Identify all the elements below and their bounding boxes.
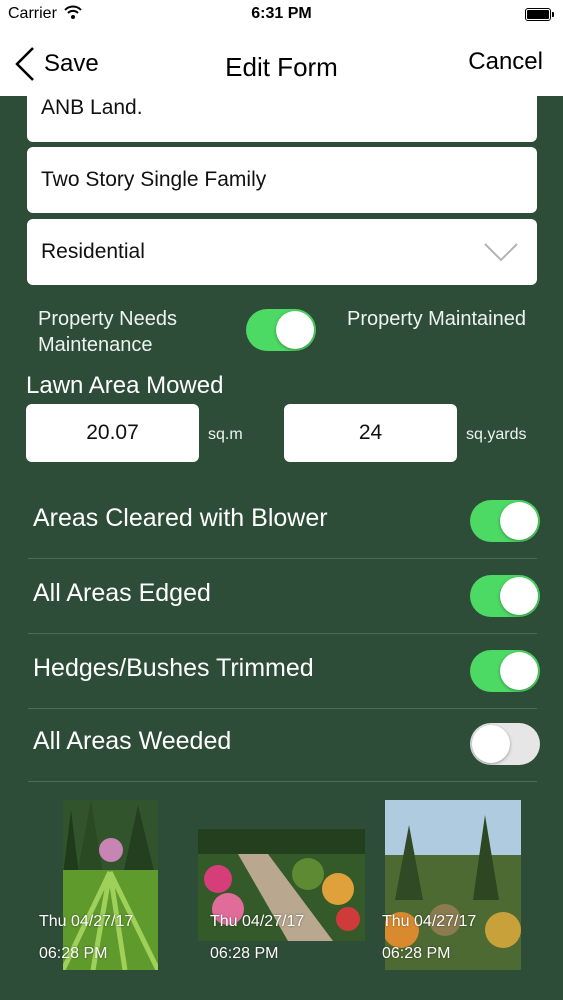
photo-1-timestamp: Thu 04/27/17 06:28 PM [39,906,133,970]
photo-date: Thu 04/27/17 [39,913,134,930]
lawn-area-sqm-value: 20.07 [86,421,139,444]
task-row-weeded: All Areas Weeded [28,707,540,782]
battery-icon [525,8,554,21]
top-bar: Carrier 6:31 PM Save Edit Form Cancel [0,0,563,96]
property-name-value: ANB Land. [41,96,143,119]
toggle-knob [276,311,314,349]
task-toggle-edged[interactable] [470,575,540,617]
lawn-area-sqyards-value: 24 [358,421,383,444]
task-toggle-blower[interactable] [470,500,540,542]
property-type-value: Two Story Single Family [41,168,267,191]
photo-time: 06:28 PM [382,945,451,962]
category-select[interactable]: Residential [27,219,537,285]
maintenance-toggle[interactable] [246,309,316,351]
status-bar: Carrier 6:31 PM [0,0,563,30]
lawn-area-title: Lawn Area Mowed [26,372,224,399]
photo-date: Thu 04/27/17 [210,913,305,930]
task-toggle-hedges[interactable] [470,650,540,692]
lawn-area-sqyards-input[interactable]: 24 [284,404,457,462]
toggle-knob [500,577,538,615]
clock: 6:31 PM [251,5,312,22]
photo-time: 06:28 PM [210,945,279,962]
photo-3-timestamp: Thu 04/27/17 06:28 PM [382,906,476,970]
task-label: Areas Cleared with Blower [33,504,328,532]
task-toggle-weeded[interactable] [470,723,540,765]
task-row-edged: All Areas Edged [28,559,540,634]
property-needs-maintenance-label: Property Needs Maintenance [38,308,177,356]
task-row-blower: Areas Cleared with Blower [28,484,540,559]
task-label: All Areas Weeded [33,727,232,755]
sqm-unit-label: sq.m [208,426,243,443]
photo-date: Thu 04/27/17 [382,913,477,930]
navigation-bar: Save Edit Form Cancel [0,30,563,96]
cancel-button[interactable]: Cancel [468,48,543,76]
photo-time: 06:28 PM [39,945,108,962]
category-select-value: Residential [41,240,145,263]
property-maintained-label: Property Maintained [347,308,526,330]
toggle-knob [500,652,538,690]
lawn-area-sqm-input[interactable]: 20.07 [26,404,199,462]
task-label: All Areas Edged [33,579,211,607]
task-row-hedges: Hedges/Bushes Trimmed [28,634,540,709]
photo-2-timestamp: Thu 04/27/17 06:28 PM [210,906,304,970]
sqyards-unit-label: sq.yards [466,426,527,443]
property-type-field[interactable]: Two Story Single Family [27,147,537,213]
toggle-knob [500,502,538,540]
task-label: Hedges/Bushes Trimmed [33,654,314,682]
toggle-knob [472,725,510,763]
chevron-down-icon [484,243,518,262]
